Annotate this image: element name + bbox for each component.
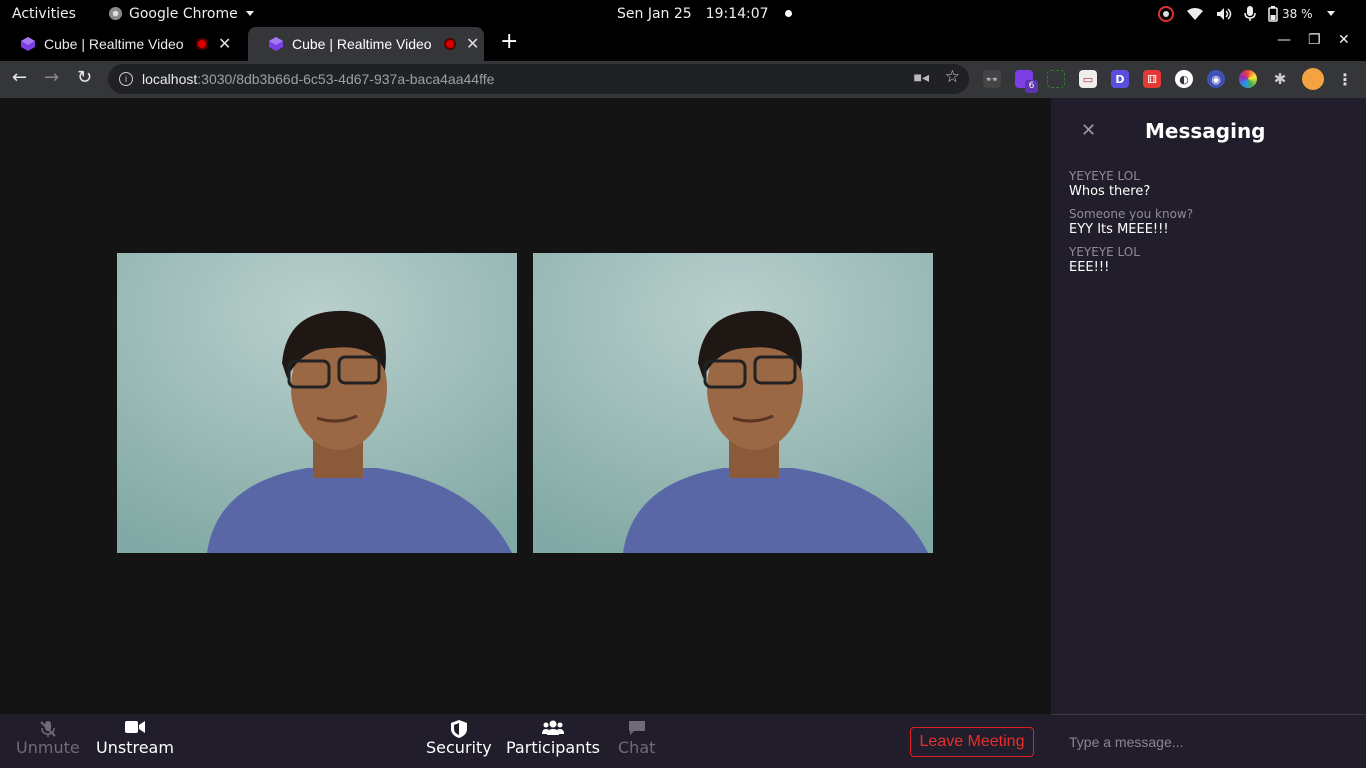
close-tab-icon[interactable]: ✕ [466, 34, 479, 54]
chrome-menu-icon[interactable]: ⋮ [1336, 70, 1354, 89]
chat-label: Chat [618, 738, 656, 757]
volume-icon [1217, 7, 1232, 20]
notification-dot-icon [784, 10, 792, 17]
message-input[interactable] [1051, 715, 1366, 768]
back-icon[interactable]: ← [12, 67, 27, 88]
extension-screenshot-icon[interactable] [1047, 70, 1065, 88]
tab-strip: Cube | Realtime Video ✕ Cube | Realtime … [0, 27, 1366, 61]
chevron-down-icon [245, 11, 254, 16]
unmute-button[interactable]: Unmute [16, 720, 80, 757]
extensions-puzzle-icon[interactable]: ✱ [1271, 70, 1289, 88]
clock-date: Sen Jan 25 [617, 5, 692, 22]
clock[interactable]: Sen Jan 25 19:14:07 [617, 0, 792, 27]
address-bar[interactable]: i localhost :3030/8db3b66d-6c53-4d67-937… [108, 64, 969, 94]
battery-level: 38 % [1282, 6, 1313, 21]
security-label: Security [426, 738, 492, 757]
screen-record-icon [1158, 5, 1174, 22]
video-feed-remote [533, 253, 933, 553]
extension-incognito-icon[interactable]: 👓 [983, 70, 1001, 88]
browser-toolbar: ← → ↻ i localhost :3030/8db3b66d-6c53-4d… [0, 61, 1366, 98]
extension-window-icon[interactable]: ▭ [1079, 70, 1097, 88]
browser-tab-active[interactable]: Cube | Realtime Video ✕ [248, 27, 484, 61]
tab-title: Cube | Realtime Video [44, 36, 184, 52]
webcam-image [533, 253, 933, 553]
cube-favicon-icon [21, 37, 35, 51]
participants-label: Participants [506, 738, 600, 757]
close-window-icon[interactable]: ✕ [1338, 32, 1350, 48]
url-path: :3030/8db3b66d-6c53-4d67-937a-baca4aa44f… [197, 71, 495, 87]
security-button[interactable]: Security [426, 720, 492, 757]
meeting-controls: Unmute Unstream Security Participants Ch… [0, 714, 1051, 768]
extension-dice-icon[interactable]: ⚅ [1143, 70, 1161, 88]
browser-tab[interactable]: Cube | Realtime Video ✕ [0, 27, 236, 61]
message-sender: YEYEYE LOL [1069, 169, 1140, 183]
forward-icon[interactable]: → [44, 67, 59, 88]
message-text: Whos there? [1069, 184, 1151, 199]
chevron-down-icon [1326, 11, 1335, 16]
battery-icon [1268, 5, 1278, 22]
activities-button[interactable]: Activities [12, 0, 76, 27]
app-menu-label: Google Chrome [129, 5, 238, 22]
system-tray[interactable]: 38 % [1158, 0, 1335, 27]
close-tab-icon[interactable]: ✕ [218, 34, 231, 54]
chat-button[interactable]: Chat [618, 720, 655, 757]
recording-indicator-icon [196, 38, 208, 50]
minimize-icon[interactable]: — [1277, 32, 1291, 48]
video-feed-local [117, 253, 517, 553]
bookmark-star-icon[interactable]: ☆ [945, 67, 960, 87]
unmute-label: Unmute [16, 738, 80, 757]
microphone-icon [1244, 5, 1256, 21]
wifi-icon [1187, 7, 1203, 20]
webcam-image [117, 253, 517, 553]
message-sender: YEYEYE LOL [1069, 245, 1140, 259]
restore-icon[interactable]: ❐ [1308, 32, 1321, 48]
clock-time: 19:14:07 [705, 5, 769, 22]
close-icon[interactable]: ✕ [1081, 120, 1096, 141]
new-tab-icon[interactable]: + [500, 29, 518, 54]
system-top-bar: Activities Google Chrome Sen Jan 25 19:1… [0, 0, 1366, 27]
extension-badge: 6 [1025, 80, 1038, 93]
profile-avatar[interactable] [1302, 68, 1324, 90]
message: YEYEYE LOL Whos there? [1069, 168, 1349, 200]
cube-favicon-icon [269, 37, 283, 51]
message-sender: Someone you know? [1069, 207, 1194, 221]
recording-indicator-icon [444, 38, 456, 50]
url-host: localhost [142, 71, 198, 87]
extension-color-picker-icon[interactable] [1239, 70, 1257, 88]
extension-planet-icon[interactable]: ◉ [1207, 70, 1225, 88]
extension-d-icon[interactable]: D [1111, 70, 1129, 88]
leave-meeting-button[interactable]: Leave Meeting [910, 727, 1034, 757]
users-icon [541, 720, 564, 738]
app-menu[interactable]: Google Chrome [108, 0, 254, 27]
chat-bubble-icon [628, 720, 646, 738]
unstream-button[interactable]: Unstream [96, 720, 174, 757]
reload-icon[interactable]: ↻ [77, 67, 92, 88]
video-stage [0, 98, 1051, 714]
message: Someone you know? EYY Its MEEE!!! [1069, 206, 1349, 238]
message-text: EYY Its MEEE!!! [1069, 222, 1169, 237]
site-info-icon[interactable]: i [119, 72, 133, 86]
message: YEYEYE LOL EEE!!! [1069, 244, 1349, 276]
message-list: YEYEYE LOL Whos there? Someone you know?… [1069, 168, 1349, 282]
shield-icon [450, 720, 467, 738]
participants-button[interactable]: Participants [506, 720, 600, 757]
message-text: EEE!!! [1069, 260, 1110, 275]
camera-in-use-icon[interactable]: ■◂ [914, 69, 929, 86]
chrome-icon [108, 6, 123, 21]
extension-circle-icon[interactable]: ◐ [1175, 70, 1193, 88]
tab-title: Cube | Realtime Video [292, 36, 432, 52]
unstream-label: Unstream [96, 738, 174, 757]
panel-title: Messaging [1145, 119, 1266, 143]
video-camera-icon [124, 720, 145, 738]
messaging-panel: ✕ Messaging YEYEYE LOL Whos there? Someo… [1051, 98, 1366, 768]
microphone-muted-icon [39, 720, 57, 738]
